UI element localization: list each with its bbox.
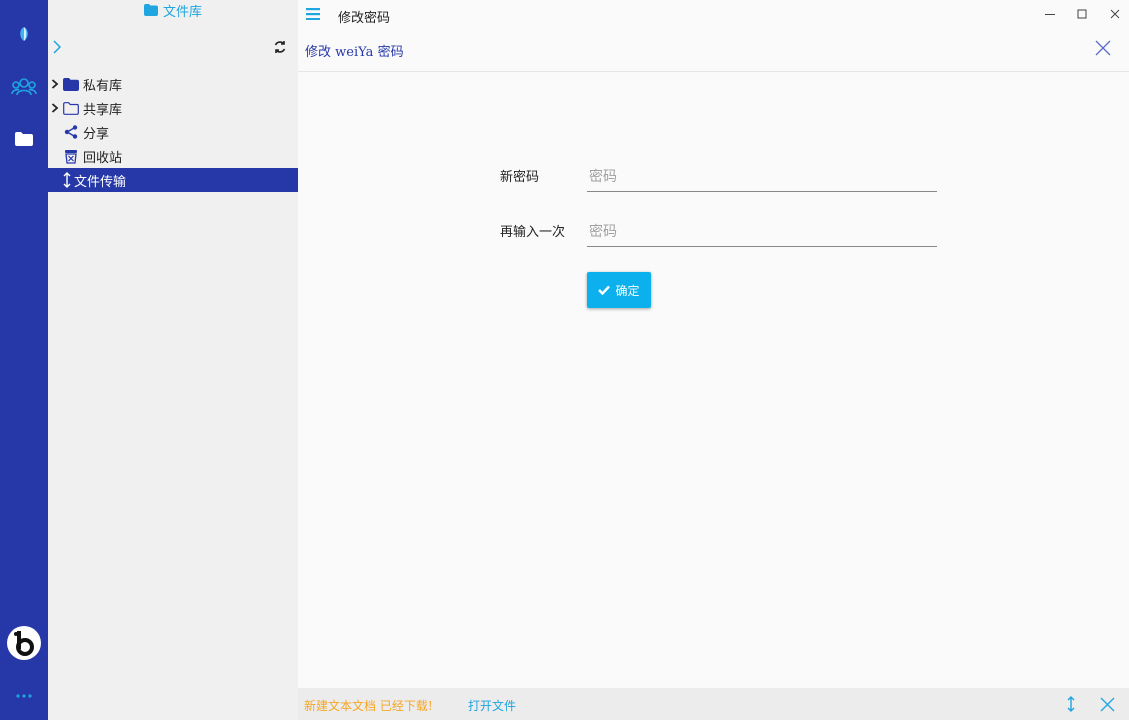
chevron-right-icon[interactable] <box>48 79 62 89</box>
more-icon[interactable] <box>0 688 48 704</box>
check-icon <box>598 285 611 295</box>
chevron-right-icon[interactable] <box>48 103 62 113</box>
tree-item-private-library[interactable]: 私有库 <box>48 72 298 96</box>
app-rail <box>0 0 48 720</box>
close-dialog-icon[interactable] <box>1095 40 1115 60</box>
folder-outline-icon <box>62 101 80 115</box>
repeat-password-field[interactable] <box>587 217 937 247</box>
folder-filled-icon <box>62 77 80 91</box>
users-icon[interactable] <box>0 76 48 98</box>
app-logo-icon[interactable] <box>0 24 48 44</box>
tree-item-share[interactable]: 分享 <box>48 120 298 144</box>
new-password-label: 新密码 <box>500 170 540 185</box>
tree-item-label: 回收站 <box>83 150 123 166</box>
dialog-header: 修改 weiYa 密码 <box>298 30 1129 72</box>
panel-title: 文件库 <box>48 0 298 20</box>
new-password-field[interactable] <box>587 162 937 192</box>
user-avatar-icon[interactable] <box>0 624 48 662</box>
status-bar: 新建文本文档 已经下载! 打开文件 <box>298 688 1129 720</box>
window-titlebar: 修改密码 <box>298 0 1129 30</box>
panel-title-label: 文件库 <box>162 4 202 20</box>
tree-item-label: 文件传输 <box>74 174 127 190</box>
window-title: 修改密码 <box>338 11 391 26</box>
library-panel: 文件库 私有库 共享库 分享 回收站 文件传输 <box>48 0 298 720</box>
transfer-icon[interactable] <box>1067 696 1075 716</box>
main-content: 修改密码 修改 weiYa 密码 新密码 再输入一次 确定 <box>298 0 1129 688</box>
tree-item-label: 私有库 <box>83 78 123 94</box>
folder-icon <box>143 4 158 16</box>
close-icon[interactable] <box>1103 4 1127 24</box>
trash-icon <box>62 149 80 164</box>
library-tree: 私有库 共享库 分享 回收站 文件传输 <box>48 72 298 192</box>
tree-item-recycle-bin[interactable]: 回收站 <box>48 144 298 168</box>
refresh-icon[interactable] <box>273 40 287 58</box>
close-status-icon[interactable] <box>1100 697 1115 716</box>
tree-item-label: 共享库 <box>83 102 123 118</box>
dialog-title: 修改 weiYa 密码 <box>305 45 404 60</box>
confirm-button[interactable]: 确定 <box>587 272 651 308</box>
repeat-password-label: 再输入一次 <box>500 225 566 240</box>
open-file-link[interactable]: 打开文件 <box>468 697 516 714</box>
menu-icon[interactable] <box>306 8 320 24</box>
folder-icon[interactable] <box>0 128 48 150</box>
tree-item-label: 分享 <box>83 126 110 142</box>
maximize-icon[interactable] <box>1070 4 1094 24</box>
transfer-icon <box>62 172 72 188</box>
tree-item-file-transfer[interactable]: 文件传输 <box>48 168 298 192</box>
download-status-message: 新建文本文档 已经下载! <box>304 699 433 713</box>
expand-panel-icon[interactable] <box>52 40 62 58</box>
confirm-button-label: 确定 <box>615 283 640 298</box>
tree-item-shared-library[interactable]: 共享库 <box>48 96 298 120</box>
share-icon <box>62 125 80 139</box>
minimize-icon[interactable] <box>1038 4 1062 24</box>
